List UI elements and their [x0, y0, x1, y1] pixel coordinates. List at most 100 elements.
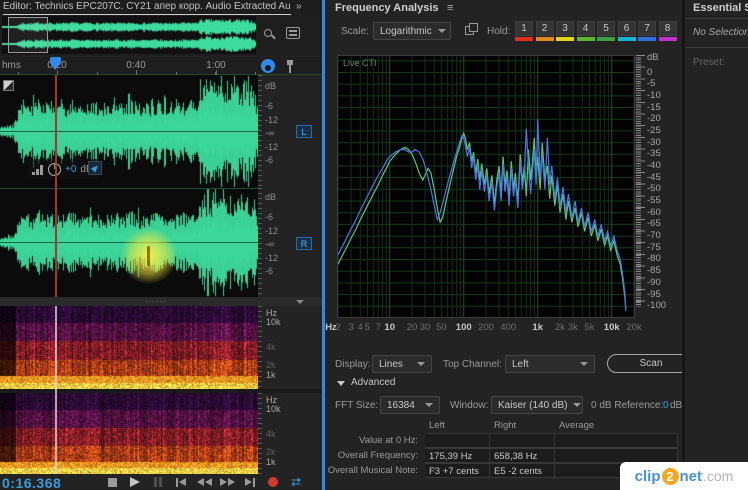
stop-button[interactable]	[105, 476, 119, 488]
window-dropdown[interactable]: Kaiser (140 dB)	[491, 396, 583, 414]
db-ruler-left: L dB-6-12-∞-12-6	[258, 75, 322, 188]
db-axis-label: -65	[647, 218, 661, 229]
pause-button[interactable]	[151, 476, 165, 488]
channel-badge-left[interactable]: L	[296, 125, 312, 138]
transport-bar: 0:16.368 ⇄	[0, 474, 322, 490]
freq-axis-label: 4	[358, 322, 363, 333]
time-display[interactable]: 0:16.368	[2, 475, 61, 490]
freq-axis-label: 200	[478, 322, 494, 333]
table-row-label: Overall Frequency:	[325, 450, 418, 461]
fft-size-dropdown[interactable]: 16384	[380, 396, 440, 414]
table-row: Overall Frequency:175,39 Hz658,38 Hz	[325, 448, 682, 463]
db-axis-label: -20	[647, 113, 661, 124]
hold-button-2[interactable]: 2	[536, 21, 554, 41]
transport-buttons: ⇄	[105, 476, 303, 488]
splitter-arrow-icon[interactable]	[296, 300, 304, 304]
advanced-label[interactable]: Advanced	[351, 377, 395, 388]
db-ruler-ticks	[258, 75, 262, 188]
table-row: Value at 0 Hz:	[325, 433, 682, 448]
scale-value: Logarithmic	[380, 26, 432, 37]
table-column-header: Left	[429, 420, 445, 431]
waveform-overview[interactable]	[0, 15, 322, 56]
hold-button-5[interactable]: 5	[597, 21, 615, 41]
freq-axis-label: 3	[348, 322, 353, 333]
zoom-navigate-icon[interactable]	[262, 27, 276, 41]
loop-button[interactable]: ⇄	[289, 476, 303, 488]
audition-window: Editor: Technics EPC207C. CY21 апер корр…	[0, 0, 748, 490]
hold-button-6[interactable]: 6	[618, 21, 636, 41]
playhead-line-spectrogram	[55, 306, 57, 474]
editor-tab[interactable]: Editor: Technics EPC207C. CY21 апер корр…	[3, 1, 291, 15]
top-channel-dropdown[interactable]: Left	[505, 355, 595, 373]
db-axis-unit: dB	[647, 52, 659, 63]
advanced-collapse-icon[interactable]	[337, 381, 345, 386]
overview-range-box[interactable]	[8, 17, 48, 53]
hz-ruler-label: 4k	[266, 342, 276, 352]
clip2net-watermark: clip 2 net .com	[620, 462, 748, 490]
freq-axis-label: 5	[365, 322, 370, 333]
playhead-marker[interactable]	[50, 57, 61, 70]
divider	[685, 47, 748, 48]
table-column-header: Right	[494, 420, 516, 431]
db-ruler-label: -12	[265, 226, 278, 236]
monitor-icon[interactable]	[261, 59, 275, 73]
table-cell	[555, 433, 678, 448]
hold-button-1[interactable]: 1	[515, 21, 533, 41]
spectrogram-right[interactable]	[0, 393, 258, 474]
table-cell: F3 +7 cents	[425, 463, 490, 478]
splitter-grip-icon[interactable]: ······	[145, 300, 167, 303]
db-ruler-label: -6	[265, 266, 273, 276]
fade-bars-icon	[32, 164, 44, 175]
divider	[685, 18, 748, 19]
chevron-down-icon	[417, 362, 425, 366]
center-line-left	[0, 131, 258, 132]
freq-axis-label: 2	[335, 322, 340, 333]
clip-gain-hud[interactable]: +0 dB	[28, 159, 97, 179]
fft-size-label: FFT Size:	[335, 400, 378, 411]
table-row-label: Overall Musical Note:	[325, 465, 418, 476]
no-selection-status: No Selection	[693, 27, 748, 38]
fft-size-value: 16384	[387, 400, 415, 411]
cursor-highlight	[121, 228, 177, 284]
db-reference-value[interactable]: 0	[663, 400, 669, 411]
panel-splitter[interactable]: ······	[0, 297, 322, 306]
rewind-button[interactable]	[197, 476, 211, 488]
skip-to-start-button[interactable]	[174, 476, 188, 488]
essential-sound-panel: Essential Sound No Selection Preset:	[685, 0, 748, 490]
timeline-ruler[interactable]: hms 0:200:401:00	[0, 57, 322, 75]
freq-axis-label: 5k	[584, 322, 594, 333]
display-label: Display:	[335, 359, 371, 370]
display-dropdown[interactable]: Lines	[372, 355, 432, 373]
play-button[interactable]	[128, 476, 142, 488]
freq-axis-label: 2k	[555, 322, 565, 333]
db-ruler-label: dB	[265, 81, 276, 91]
db-axis-label: -95	[647, 289, 661, 300]
freq-axis-label: 20k	[626, 322, 641, 333]
db-axis-label: -25	[647, 125, 661, 136]
frequency-graph-svg	[338, 56, 634, 317]
hold-button-7[interactable]: 7	[638, 21, 656, 41]
fast-forward-button[interactable]	[220, 476, 234, 488]
tab-overflow-chevron-icon[interactable]: »	[296, 1, 302, 12]
channel-divider	[0, 188, 258, 189]
hold-button-4[interactable]: 4	[577, 21, 595, 41]
record-button[interactable]	[266, 476, 280, 488]
timeline-unit-label: hms	[2, 60, 21, 71]
frequency-graph[interactable]	[337, 55, 635, 318]
clip-corner-handle-icon[interactable]	[3, 80, 14, 91]
hold-button-8[interactable]: 8	[659, 21, 677, 41]
skip-to-end-button[interactable]	[243, 476, 257, 488]
panel-options-icon[interactable]	[286, 27, 300, 39]
scale-dropdown[interactable]: Logarithmic	[373, 22, 451, 40]
freq-axis-label: 30	[420, 322, 431, 333]
channel-badge-right[interactable]: R	[296, 237, 312, 250]
db-axis-label: -100	[647, 300, 666, 311]
db-ruler-label: dB	[265, 192, 276, 202]
playhead-line[interactable]	[55, 75, 57, 297]
effects-rocket-icon[interactable]	[88, 161, 102, 175]
copy-graph-icon[interactable]	[465, 23, 479, 37]
hold-button-3[interactable]: 3	[556, 21, 574, 41]
panel-menu-icon[interactable]: ≡	[447, 2, 453, 14]
top-channel-label: Top Channel:	[443, 359, 502, 370]
spectrogram-left[interactable]	[0, 306, 258, 389]
